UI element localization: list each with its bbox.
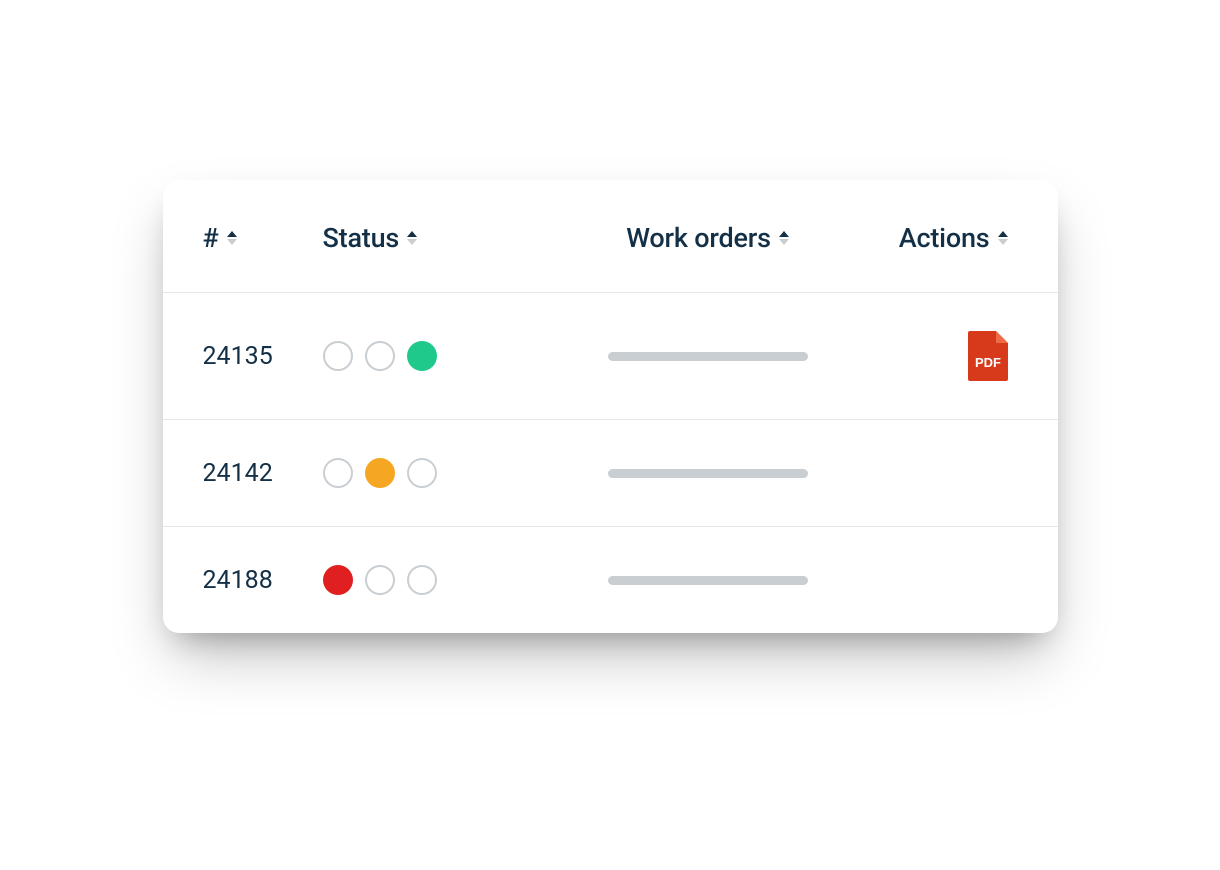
row-id: 24142: [203, 459, 273, 488]
column-header-number[interactable]: #: [203, 222, 237, 254]
table-row[interactable]: 24142: [163, 420, 1058, 527]
column-header-actions-label: Actions: [899, 222, 990, 254]
svg-text:PDF: PDF: [975, 355, 1001, 370]
status-indicator: [323, 565, 437, 595]
pdf-icon[interactable]: PDF: [968, 331, 1008, 381]
status-indicator: [323, 341, 437, 371]
work-order-placeholder-bar: [608, 469, 808, 478]
status-indicator: [323, 458, 437, 488]
sort-icon: [779, 231, 789, 245]
table-header-row: # Status Work orders: [163, 180, 1058, 293]
sort-icon: [407, 231, 417, 245]
column-header-work-orders[interactable]: Work orders: [626, 222, 789, 254]
status-dot-empty: [323, 458, 353, 488]
work-order-placeholder-bar: [608, 352, 808, 361]
status-dot-empty: [407, 565, 437, 595]
work-orders-table: # Status Work orders: [163, 180, 1058, 633]
column-header-actions[interactable]: Actions: [899, 222, 1008, 254]
status-dot-empty: [365, 565, 395, 595]
column-header-number-label: #: [203, 222, 219, 254]
status-dot-empty: [323, 341, 353, 371]
column-header-status[interactable]: Status: [323, 222, 418, 254]
status-dot-empty: [365, 341, 395, 371]
status-dot-active: [365, 458, 395, 488]
status-dot-active: [323, 565, 353, 595]
column-header-status-label: Status: [323, 222, 400, 254]
table-row[interactable]: 24135 PDF: [163, 293, 1058, 420]
sort-icon: [998, 231, 1008, 245]
work-order-placeholder-bar: [608, 576, 808, 585]
column-header-work-orders-label: Work orders: [626, 222, 771, 254]
row-id: 24135: [203, 342, 273, 371]
status-dot-empty: [407, 458, 437, 488]
table-row[interactable]: 24188: [163, 527, 1058, 633]
status-dot-active: [407, 341, 437, 371]
sort-icon: [227, 231, 237, 245]
row-id: 24188: [203, 566, 273, 595]
